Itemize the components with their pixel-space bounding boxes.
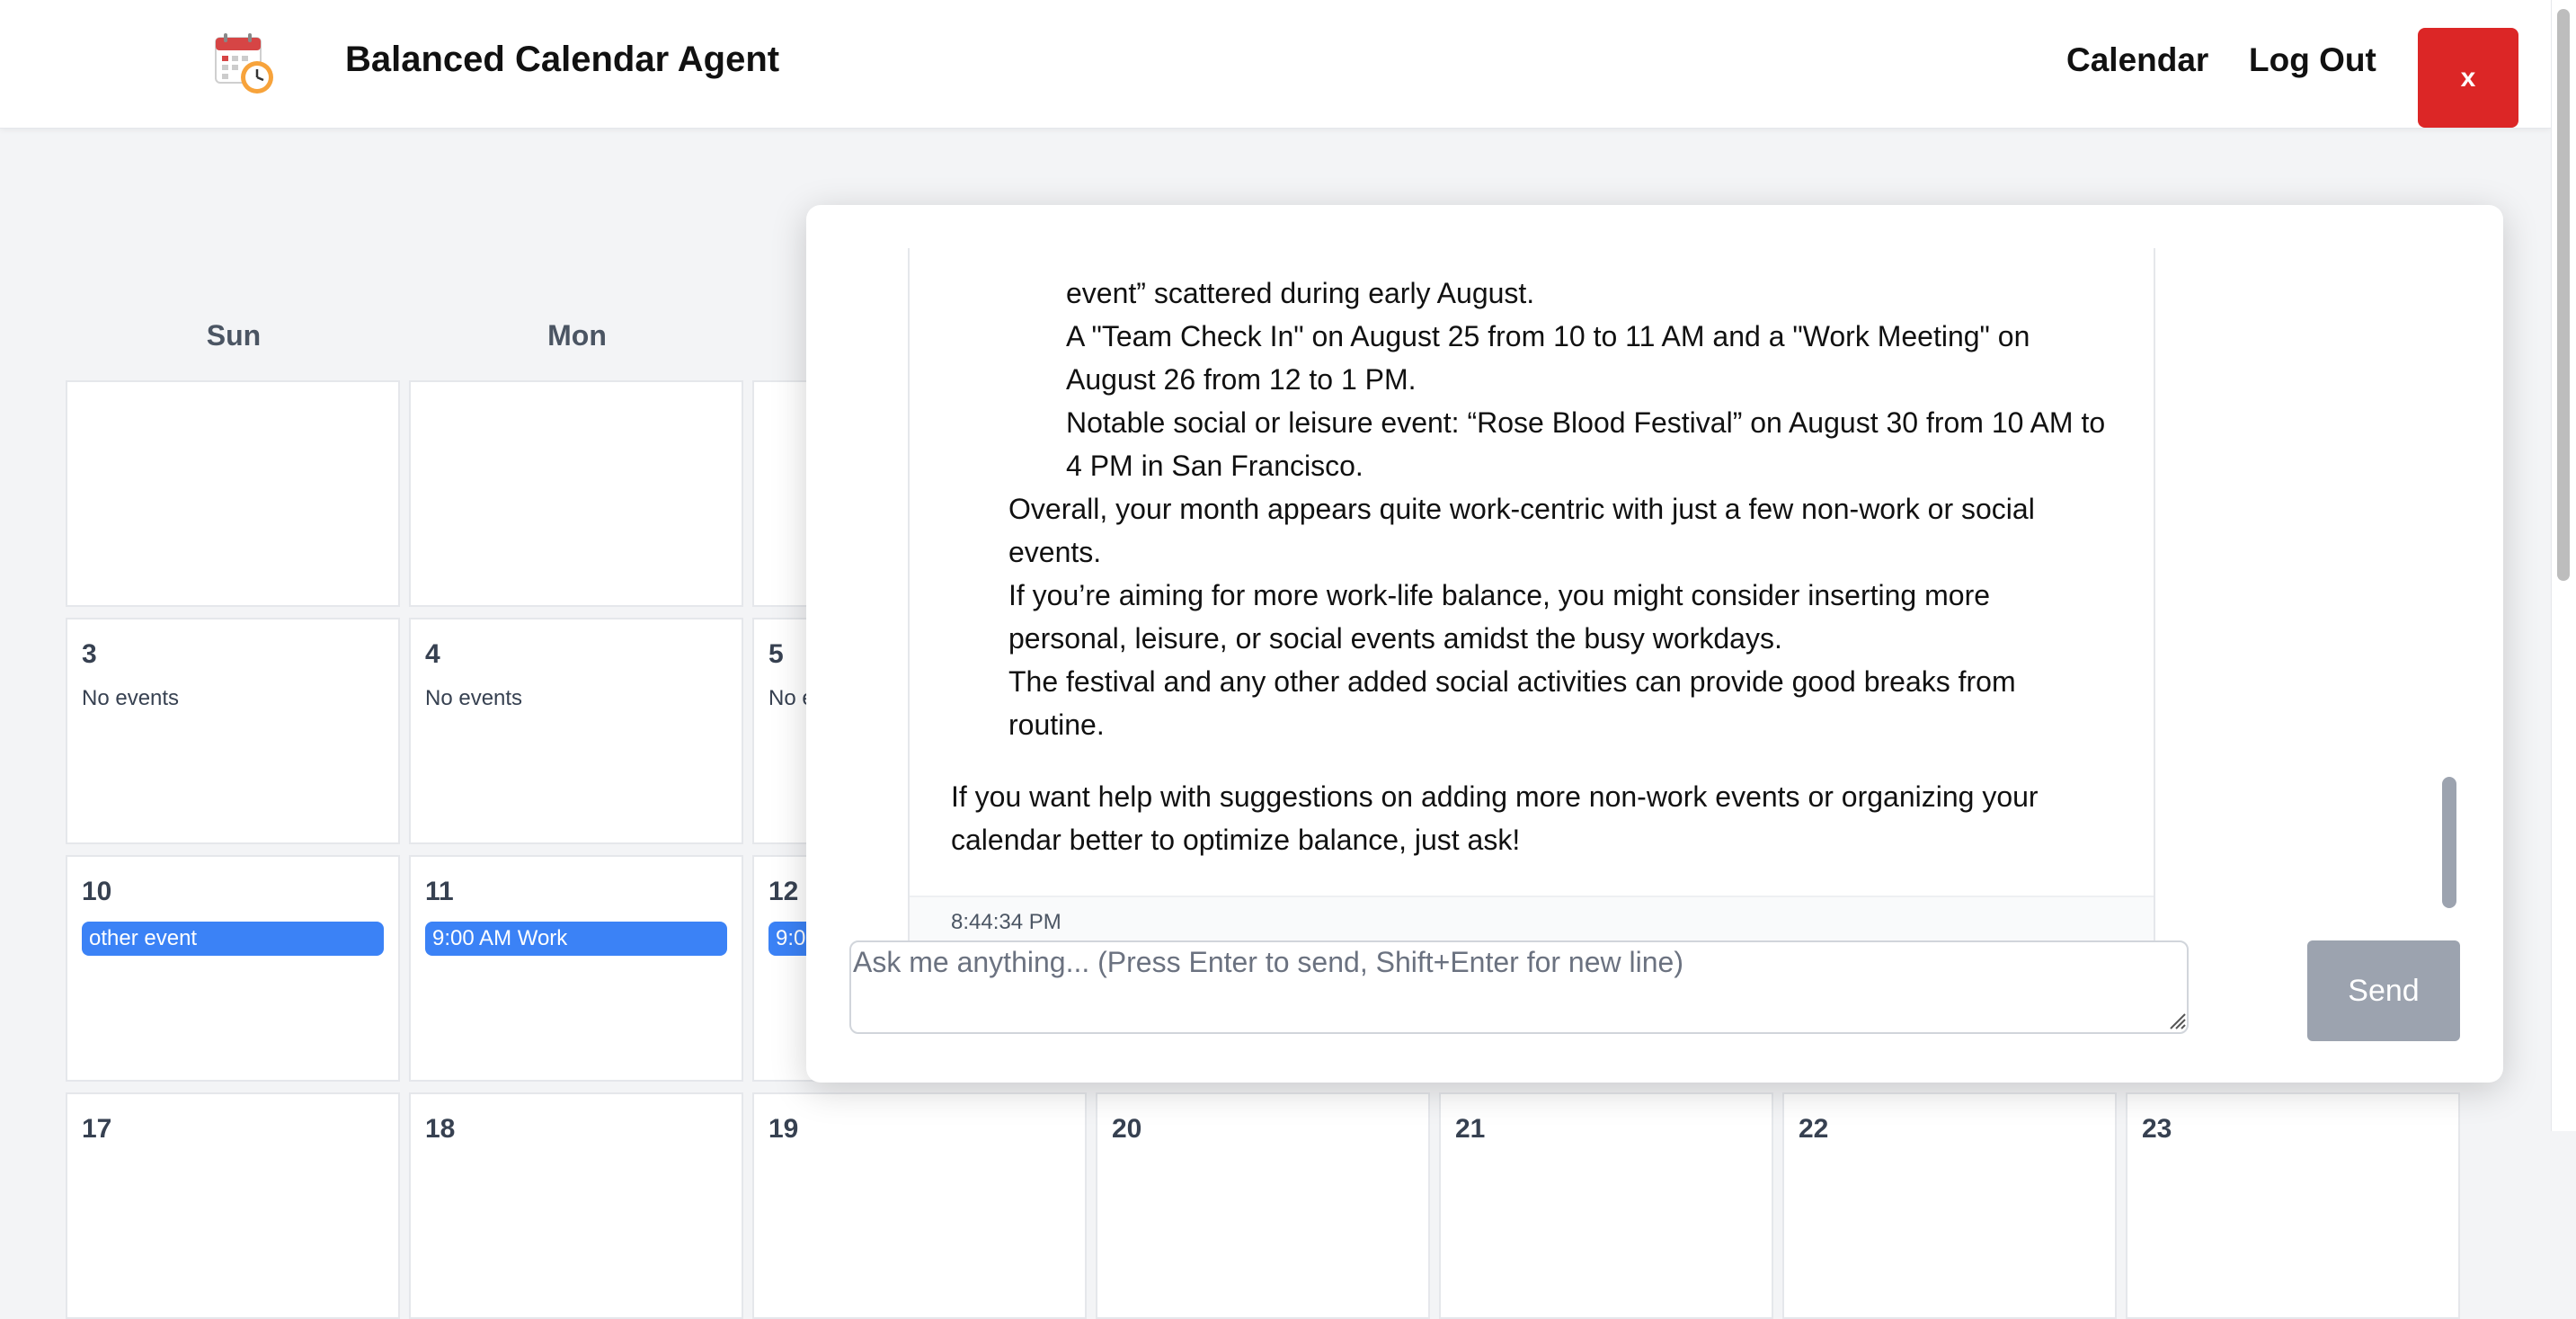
- no-events-label: No events: [425, 686, 523, 710]
- chat-message-line: Notable social or leisure event: “Rose B…: [1066, 406, 2106, 439]
- nav-calendar-link[interactable]: Calendar: [2066, 41, 2208, 79]
- chat-message-line: event” scattered during early August.: [1066, 277, 1535, 309]
- calendar-day-cell[interactable]: 18: [409, 1092, 743, 1319]
- calendar-day-cell[interactable]: 19: [752, 1092, 1087, 1319]
- chat-message-line: The festival and any other added social …: [1008, 665, 2016, 698]
- chat-message-line: Overall, your month appears quite work-c…: [1008, 493, 2035, 525]
- chat-message-line: routine.: [1008, 709, 1105, 741]
- message-footer: 8:44:34 PM: [910, 896, 2154, 940]
- app-header: Balanced Calendar Agent Calendar Log Out…: [0, 0, 2551, 129]
- day-number: 17: [82, 1114, 112, 1144]
- chat-scrollbar-thumb[interactable]: [2442, 777, 2456, 908]
- app-title: Balanced Calendar Agent: [345, 40, 780, 79]
- day-number: 3: [82, 639, 97, 669]
- chat-panel: event” scattered during early August. A …: [806, 205, 2503, 1083]
- calendar-day-cell[interactable]: [409, 380, 743, 607]
- calendar-day-cell[interactable]: 17: [66, 1092, 400, 1319]
- message-timestamp: 8:44:34 PM: [951, 910, 1061, 934]
- chat-message-line: If you want help with suggestions on add…: [951, 780, 2039, 813]
- chat-message-line: A "Team Check In" on August 25 from 10 t…: [1066, 320, 2030, 352]
- no-events-label: No events: [82, 686, 180, 710]
- weekday-sun: Sun: [206, 319, 262, 352]
- chat-input[interactable]: [849, 940, 2189, 1034]
- day-number: 12: [768, 877, 799, 906]
- day-number: 23: [2142, 1114, 2172, 1144]
- day-number: 4: [425, 639, 440, 669]
- calendar-day-cell[interactable]: 4 No events: [409, 618, 743, 844]
- calendar-day-cell[interactable]: 21: [1439, 1092, 1773, 1319]
- event-pill[interactable]: other event: [82, 922, 384, 956]
- resize-handle-icon[interactable]: [2165, 1009, 2187, 1030]
- day-number: 10: [82, 877, 112, 906]
- nav-logout-link[interactable]: Log Out: [2249, 41, 2376, 79]
- chat-message-line: personal, leisure, or social events amid…: [1008, 622, 1782, 655]
- calendar-day-cell[interactable]: [66, 380, 400, 607]
- calendar-day-cell[interactable]: 22: [1782, 1092, 2117, 1319]
- chat-message-line: August 26 from 12 to 1 PM.: [1066, 363, 1417, 396]
- chat-message-line: If you’re aiming for more work-life bala…: [1008, 579, 1991, 611]
- day-number: 19: [768, 1114, 799, 1144]
- page-scrollbar-thumb[interactable]: [2557, 9, 2570, 581]
- chat-message-line: events.: [1008, 536, 1102, 568]
- day-number: 21: [1455, 1114, 1486, 1144]
- chat-message-line: calendar better to optimize balance, jus…: [951, 824, 1521, 856]
- calendar-day-cell[interactable]: 3 No events: [66, 618, 400, 844]
- chat-message-line: 4 PM in San Francisco.: [1066, 450, 1364, 482]
- day-number: 11: [425, 877, 454, 906]
- calendar-day-cell[interactable]: 23: [2126, 1092, 2460, 1319]
- calendar-day-cell[interactable]: 10 other event: [66, 855, 400, 1082]
- event-pill[interactable]: 9:00 AM Work: [425, 922, 727, 956]
- calendar-day-cell[interactable]: 11 9:00 AM Work: [409, 855, 743, 1082]
- weekday-mon: Mon: [547, 319, 607, 352]
- day-number: 18: [425, 1114, 456, 1144]
- calendar-day-cell[interactable]: 20: [1096, 1092, 1430, 1319]
- day-number: 22: [1799, 1114, 1829, 1144]
- close-button[interactable]: x: [2418, 28, 2518, 128]
- day-number: 5: [768, 639, 784, 669]
- chat-messages[interactable]: event” scattered during early August. A …: [908, 248, 2155, 940]
- calendar-clock-icon: [215, 33, 273, 94]
- send-button[interactable]: Send: [2307, 940, 2460, 1041]
- day-number: 20: [1112, 1114, 1142, 1144]
